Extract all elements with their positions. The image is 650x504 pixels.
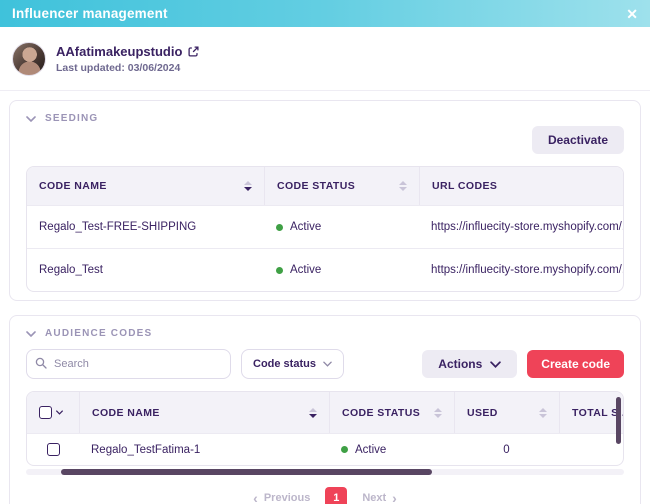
- code-status-cell: Active: [264, 206, 419, 248]
- influencer-profile: AAfatimakeupstudio Last updated: 03/06/2…: [0, 27, 650, 91]
- column-header-code-name[interactable]: CODE NAME: [79, 392, 329, 433]
- chevron-down-icon: [26, 331, 36, 337]
- table-row[interactable]: Regalo_Test-FREE-SHIPPING Active https:/…: [27, 205, 623, 248]
- code-status-cell: Active: [264, 249, 419, 291]
- actions-button[interactable]: Actions: [422, 350, 517, 378]
- sort-icon[interactable]: [531, 408, 547, 418]
- seeding-section: SEEDING Deactivate CODE NAME CODE STATUS…: [9, 100, 641, 301]
- column-header-url-codes: URL CODES: [419, 167, 623, 205]
- active-status-dot: [341, 446, 348, 453]
- audience-table-header: CODE NAME CODE STATUS USED TOTAL S...: [27, 392, 623, 433]
- url-code-cell[interactable]: https://influecity-store.myshopify.com/.…: [419, 206, 623, 248]
- avatar: [12, 42, 46, 76]
- sort-icon[interactable]: [301, 408, 317, 418]
- next-page-button[interactable]: Next ›: [362, 491, 397, 504]
- audience-table: CODE NAME CODE STATUS USED TOTAL S... Re…: [26, 391, 624, 466]
- active-status-dot: [276, 224, 283, 231]
- select-all-checkbox[interactable]: [39, 406, 52, 419]
- previous-page-button[interactable]: ‹ Previous: [253, 491, 310, 504]
- external-link-icon[interactable]: [188, 46, 199, 57]
- select-all-header[interactable]: [27, 392, 79, 433]
- chevron-right-icon: ›: [392, 491, 397, 504]
- row-checkbox-cell: [27, 434, 79, 465]
- close-icon[interactable]: ✕: [626, 7, 638, 21]
- horizontal-scrollbar-track[interactable]: [26, 469, 624, 475]
- last-updated: Last updated: 03/06/2024: [56, 62, 199, 74]
- used-cell: 0: [454, 435, 559, 465]
- search-input[interactable]: [26, 349, 231, 379]
- column-header-code-status[interactable]: CODE STATUS: [264, 167, 419, 205]
- current-page-button[interactable]: 1: [325, 487, 347, 504]
- sort-icon[interactable]: [426, 408, 442, 418]
- search-field-wrap: [26, 349, 231, 379]
- chevron-down-icon: [56, 410, 63, 415]
- modal-header: Influencer management ✕: [0, 0, 650, 27]
- audience-section-header[interactable]: AUDIENCE CODES: [26, 328, 624, 339]
- audience-codes-section: AUDIENCE CODES Code status Actions Creat…: [9, 315, 641, 504]
- deactivate-button[interactable]: Deactivate: [532, 126, 624, 154]
- table-row[interactable]: Regalo_TestFatima-1 Active 0: [27, 433, 623, 465]
- seeding-section-label: SEEDING: [45, 113, 98, 124]
- code-status-filter[interactable]: Code status: [241, 349, 344, 379]
- pagination: ‹ Previous 1 Next ›: [26, 487, 624, 504]
- sort-icon[interactable]: [236, 181, 252, 191]
- influencer-name: AAfatimakeupstudio: [56, 44, 182, 59]
- column-header-total-sales[interactable]: TOTAL S...: [559, 392, 623, 433]
- sort-icon[interactable]: [391, 181, 407, 191]
- modal-title: Influencer management: [12, 6, 168, 21]
- chevron-down-icon: [26, 116, 36, 122]
- seeding-section-header[interactable]: SEEDING: [26, 113, 624, 124]
- row-checkbox[interactable]: [47, 443, 60, 456]
- create-code-button[interactable]: Create code: [527, 350, 624, 378]
- total-sales-cell: [559, 441, 623, 459]
- code-name-cell: Regalo_Test: [27, 249, 264, 291]
- vertical-scrollbar[interactable]: [616, 397, 621, 444]
- chevron-down-icon: [323, 361, 332, 367]
- table-row[interactable]: Regalo_Test Active https://influecity-st…: [27, 248, 623, 291]
- column-header-code-name[interactable]: CODE NAME: [27, 167, 264, 205]
- chevron-down-icon: [490, 361, 501, 368]
- seeding-table: CODE NAME CODE STATUS URL CODES Regalo_T…: [26, 166, 624, 292]
- search-icon: [35, 357, 47, 369]
- column-header-used[interactable]: USED: [454, 392, 559, 433]
- chevron-left-icon: ‹: [253, 491, 258, 504]
- code-name-cell: Regalo_TestFatima-1: [79, 435, 329, 465]
- horizontal-scrollbar-thumb[interactable]: [61, 469, 432, 475]
- audience-section-label: AUDIENCE CODES: [45, 328, 152, 339]
- url-code-cell[interactable]: https://influecity-store.myshopify.com/.…: [419, 249, 623, 291]
- seeding-table-header: CODE NAME CODE STATUS URL CODES: [27, 167, 623, 205]
- active-status-dot: [276, 267, 283, 274]
- code-status-cell: Active: [329, 435, 454, 465]
- column-header-code-status[interactable]: CODE STATUS: [329, 392, 454, 433]
- profile-text: AAfatimakeupstudio Last updated: 03/06/2…: [56, 44, 199, 74]
- code-name-cell: Regalo_Test-FREE-SHIPPING: [27, 206, 264, 248]
